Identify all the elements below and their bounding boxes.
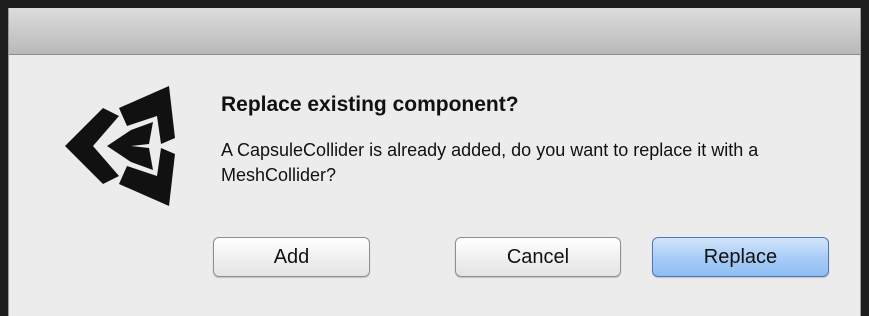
add-button[interactable]: Add bbox=[213, 237, 370, 277]
dialog-titlebar[interactable] bbox=[9, 8, 860, 55]
dialog-title: Replace existing component? bbox=[221, 93, 519, 116]
replace-button[interactable]: Replace bbox=[652, 237, 829, 277]
cancel-button[interactable]: Cancel bbox=[455, 237, 621, 277]
screen-background: Replace existing component? A CapsuleCol… bbox=[0, 0, 869, 316]
dialog-message: A CapsuleCollider is already added, do y… bbox=[221, 140, 759, 185]
unity-logo-icon bbox=[65, 86, 175, 206]
